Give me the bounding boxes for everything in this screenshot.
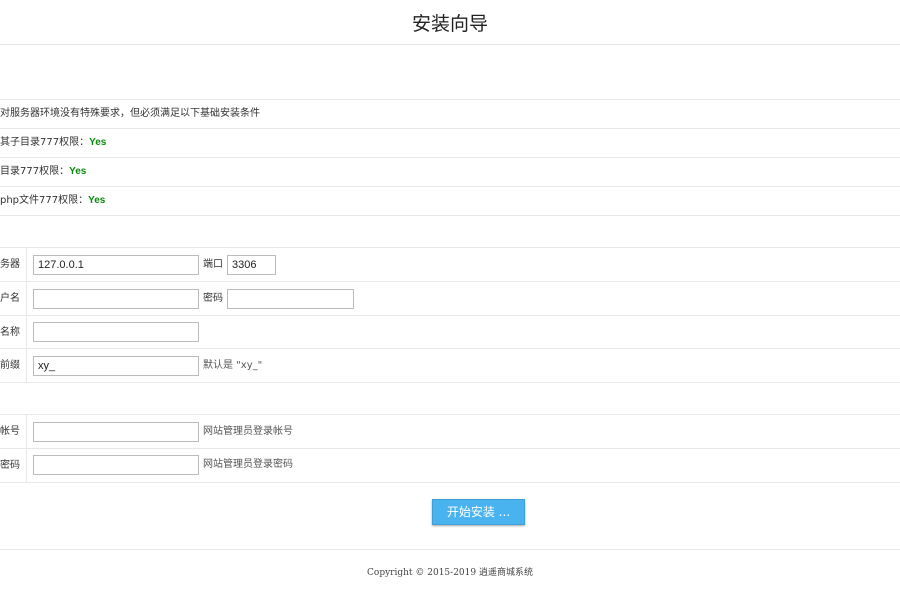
start-install-button[interactable]: 开始安装 ... xyxy=(432,499,525,525)
db-user-input[interactable] xyxy=(33,289,199,309)
db-name-row: 名称 xyxy=(0,316,900,349)
requirement-status: Yes xyxy=(89,137,107,148)
admin-password-label: 密码 xyxy=(0,449,27,482)
admin-password-hint: 网站管理员登录密码 xyxy=(203,459,293,470)
admin-account-label: 帐号 xyxy=(0,415,27,448)
db-server-label: 务器 xyxy=(0,248,27,281)
db-name-input[interactable] xyxy=(33,322,199,342)
footer-copyright: Copyright © 2015-2019 逍遥商城系统 xyxy=(367,568,533,578)
divider xyxy=(0,157,900,158)
divider xyxy=(0,482,900,483)
requirements-intro: 对服务器环境没有特殊要求，但必须满足以下基础安装条件 xyxy=(0,108,260,119)
db-server-input[interactable] xyxy=(33,255,199,275)
install-wizard-page: 安装向导 对服务器环境没有特殊要求，但必须满足以下基础安装条件 其子目录777权… xyxy=(0,0,900,600)
admin-password-input[interactable] xyxy=(33,455,199,475)
db-prefix-hint: 默认是 "xy_" xyxy=(203,360,263,371)
divider xyxy=(0,549,900,550)
divider xyxy=(0,186,900,187)
db-password-label: 密码 xyxy=(203,293,223,304)
db-user-label: 户名 xyxy=(0,282,27,315)
db-prefix-input[interactable] xyxy=(33,356,199,376)
page-title: 安装向导 xyxy=(0,0,900,45)
db-user-row: 户名 密码 xyxy=(0,282,900,315)
requirement-item: php文件777权限：Yes xyxy=(0,187,105,215)
requirement-label: 目录777权限： xyxy=(0,166,70,177)
db-port-input[interactable] xyxy=(227,255,276,275)
admin-password-row: 密码 网站管理员登录密码 xyxy=(0,449,900,482)
db-password-input[interactable] xyxy=(227,289,354,309)
divider xyxy=(0,382,900,383)
db-port-label: 端口 xyxy=(203,259,223,270)
admin-account-input[interactable] xyxy=(33,422,199,442)
requirement-status: Yes xyxy=(88,195,106,206)
db-name-label: 名称 xyxy=(0,316,27,349)
requirement-label: php文件777权限： xyxy=(0,195,89,206)
divider xyxy=(0,215,900,216)
requirement-label: 其子目录777权限： xyxy=(0,137,90,148)
divider xyxy=(0,128,900,129)
requirement-item: 其子目录777权限：Yes xyxy=(0,129,106,157)
db-server-row: 务器 端口 xyxy=(0,248,900,281)
admin-account-row: 帐号 网站管理员登录帐号 xyxy=(0,415,900,448)
db-prefix-label: 前缀 xyxy=(0,349,27,382)
admin-account-hint: 网站管理员登录帐号 xyxy=(203,426,293,437)
requirement-item: 目录777权限：Yes xyxy=(0,158,86,186)
requirement-status: Yes xyxy=(69,166,87,177)
db-prefix-row: 前缀 默认是 "xy_" xyxy=(0,349,900,382)
